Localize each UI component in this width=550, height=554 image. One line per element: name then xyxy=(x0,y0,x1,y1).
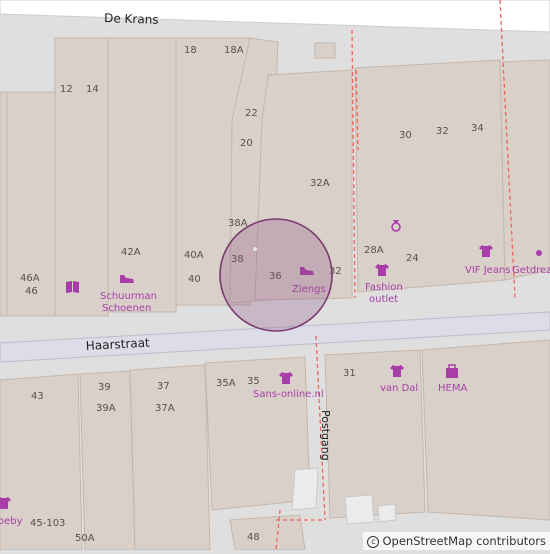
house-number: 32 xyxy=(436,126,449,137)
house-number: 20 xyxy=(240,138,253,149)
house-number: 32A xyxy=(310,178,330,189)
house-number: 35 xyxy=(247,376,260,387)
map-view[interactable]: De Krans Haarstraat Postgang 18 18A 12 1… xyxy=(0,0,550,551)
house-number: 42A xyxy=(121,247,141,258)
poi-label: Getdrez xyxy=(512,265,550,276)
copyright-icon: c xyxy=(367,535,380,548)
house-number: 43 xyxy=(31,391,44,402)
poi-label: Schuurman xyxy=(100,291,157,302)
poi-label: VIF Jeans xyxy=(465,265,511,276)
poi-label: HEMA xyxy=(438,383,467,394)
house-number: 12 xyxy=(60,84,73,95)
house-number: 14 xyxy=(86,84,99,95)
house-number: 40 xyxy=(188,274,201,285)
poi-dot-icon[interactable] xyxy=(536,250,542,256)
poi-label: oeby xyxy=(0,516,23,527)
house-number: 38A xyxy=(228,218,248,229)
de-krans-road xyxy=(0,0,550,33)
poi-label: outlet xyxy=(369,294,398,305)
house-number: 46A xyxy=(20,273,40,284)
house-number: 24 xyxy=(406,253,419,264)
house-number: 37 xyxy=(157,381,170,392)
house-number: 34 xyxy=(471,123,484,134)
map-canvas: De Krans Haarstraat Postgang 18 18A 12 1… xyxy=(0,0,550,551)
street-label-de-krans: De Krans xyxy=(104,11,159,27)
house-number: 39A xyxy=(96,403,116,414)
poi-label: van Dal xyxy=(380,383,418,394)
house-number: 28A xyxy=(364,245,384,256)
location-marker-circle[interactable] xyxy=(219,218,333,332)
house-number: 22 xyxy=(245,108,258,119)
buildings-south xyxy=(0,339,550,551)
house-number: 30 xyxy=(399,130,412,141)
map-attribution[interactable]: c OpenStreetMap contributors xyxy=(363,532,550,550)
location-marker-center xyxy=(252,246,258,252)
house-number: 37A xyxy=(155,403,175,414)
house-number: 18A xyxy=(224,45,244,56)
house-number: 48 xyxy=(247,532,260,543)
house-number: 40A xyxy=(184,250,204,261)
attribution-text[interactable]: OpenStreetMap contributors xyxy=(382,534,546,548)
house-number: 35A xyxy=(216,378,236,389)
poi-label: Sans-online.nl xyxy=(253,389,324,400)
house-number: 46 xyxy=(25,286,38,297)
house-number: 45-103 xyxy=(30,518,65,529)
poi-label: Fashion xyxy=(365,282,403,293)
street-label-postgang: Postgang xyxy=(319,410,332,461)
house-number: 39 xyxy=(98,382,111,393)
poi-label: Schoenen xyxy=(102,303,151,314)
house-number: 18 xyxy=(184,45,197,56)
house-number: 31 xyxy=(343,368,356,379)
house-number: 50A xyxy=(75,533,95,544)
